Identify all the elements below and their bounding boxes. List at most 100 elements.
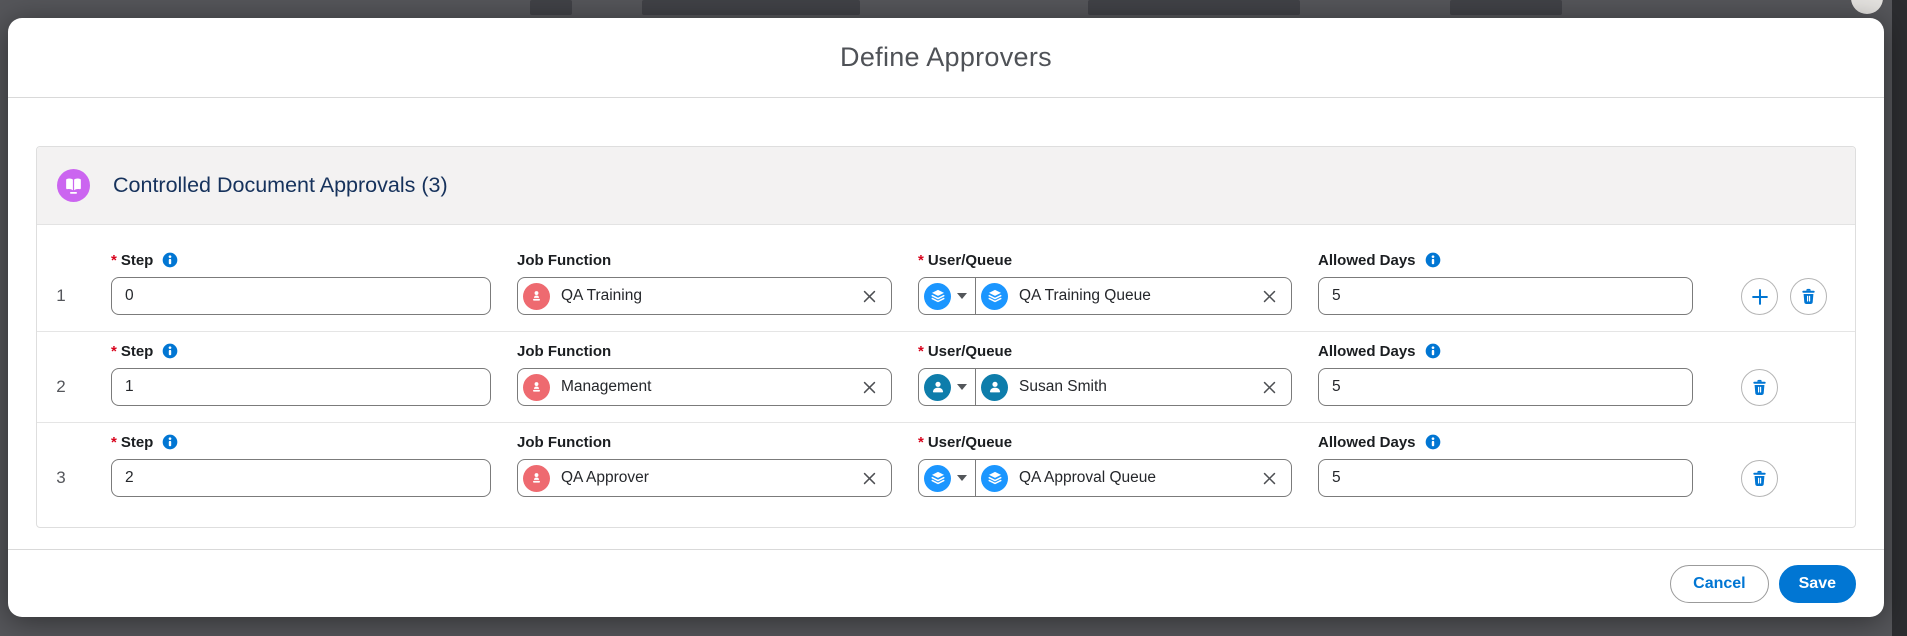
close-icon[interactable] (1261, 470, 1278, 487)
user-queue-value: QA Approval Queue (1019, 469, 1157, 486)
step-input[interactable] (111, 277, 491, 315)
modal-title: Define Approvers (840, 42, 1052, 72)
step-field: * Step (111, 433, 491, 497)
close-icon[interactable] (861, 470, 878, 487)
step-label: * Step (111, 251, 491, 269)
user-queue-value: Susan Smith (1019, 378, 1107, 395)
allowed-days-input[interactable] (1318, 368, 1693, 406)
allowed-days-label: Allowed Days (1318, 251, 1693, 269)
job-function-pill[interactable]: QA Approver (517, 459, 892, 497)
job-function-field: Job Function QA Approver (517, 433, 892, 497)
background-circle (1851, 0, 1883, 14)
job-function-field: Job Function QA Training (517, 251, 892, 315)
dimmed-background-element (642, 0, 860, 15)
step-label-text: Step (120, 251, 154, 269)
step-label: * Step (111, 433, 491, 451)
row-actions (1741, 369, 1841, 406)
dimmed-background-element (1088, 0, 1300, 15)
row-number: 3 (56, 468, 66, 487)
job-function-label: Job Function (517, 342, 892, 360)
layers-icon (981, 464, 1008, 492)
allowed-days-field: Allowed Days (1318, 251, 1693, 315)
plus-icon (1749, 286, 1771, 308)
user-queue-label-text: User/Queue (927, 433, 1013, 451)
allowed-days-label: Allowed Days (1318, 433, 1693, 451)
cancel-button[interactable]: Cancel (1670, 564, 1769, 603)
step-input[interactable] (111, 368, 491, 406)
required-asterisk: * (111, 342, 117, 360)
allowed-days-field: Allowed Days (1318, 433, 1693, 497)
user-icon (981, 373, 1008, 401)
close-icon[interactable] (1261, 379, 1278, 396)
required-asterisk: * (918, 433, 924, 451)
user-queue-combobox: Susan Smith (918, 368, 1292, 406)
user-queue-type-selector[interactable] (919, 460, 976, 496)
book-icon (57, 169, 90, 202)
info-icon[interactable] (162, 252, 178, 268)
job-function-field: Job Function Management (517, 342, 892, 406)
layers-icon (924, 464, 951, 492)
allowed-days-field: Allowed Days (1318, 342, 1693, 406)
user-queue-field: * User/Queue (918, 433, 1292, 497)
user-queue-pill[interactable]: Susan Smith (976, 369, 1291, 405)
define-approvers-modal: Define Approvers Controlled Document App… (8, 18, 1884, 617)
user-queue-value: QA Training Queue (1019, 287, 1151, 304)
trash-icon (1799, 287, 1818, 306)
user-icon (924, 373, 951, 401)
allowed-days-input[interactable] (1318, 277, 1693, 315)
info-icon[interactable] (1425, 343, 1441, 359)
user-queue-label: * User/Queue (918, 251, 1292, 269)
delete-row-button[interactable] (1741, 369, 1778, 406)
user-queue-label: * User/Queue (918, 342, 1292, 360)
person-badge-icon (523, 464, 550, 492)
allowed-days-label-text: Allowed Days (1318, 433, 1416, 451)
dimmed-background-element (530, 0, 572, 15)
delete-row-button[interactable] (1741, 460, 1778, 497)
modal-footer: Cancel Save (8, 549, 1884, 617)
info-icon[interactable] (162, 343, 178, 359)
user-queue-pill[interactable]: QA Approval Queue (976, 460, 1291, 496)
step-label-text: Step (120, 433, 154, 451)
user-queue-combobox: QA Training Queue (918, 277, 1292, 315)
close-icon[interactable] (1261, 288, 1278, 305)
trash-icon (1750, 378, 1769, 397)
user-queue-field: * User/Queue (918, 342, 1292, 406)
add-row-button[interactable] (1741, 278, 1778, 315)
delete-row-button[interactable] (1790, 278, 1827, 315)
background-right-strip (1892, 0, 1907, 636)
row-number: 2 (56, 377, 66, 396)
section-header: Controlled Document Approvals (3) (37, 147, 1855, 225)
user-queue-label-text: User/Queue (927, 251, 1013, 269)
info-icon[interactable] (162, 434, 178, 450)
close-icon[interactable] (861, 379, 878, 396)
chevron-down-icon (957, 475, 967, 481)
trash-icon (1750, 469, 1769, 488)
job-function-pill[interactable]: QA Training (517, 277, 892, 315)
approver-row: 3 * Step Job Function (37, 422, 1855, 527)
allowed-days-input[interactable] (1318, 459, 1693, 497)
person-badge-icon (523, 373, 550, 401)
allowed-days-label-text: Allowed Days (1318, 342, 1416, 360)
job-function-value: QA Approver (561, 469, 649, 486)
info-icon[interactable] (1425, 252, 1441, 268)
modal-body: Controlled Document Approvals (3) 1 * St… (8, 98, 1884, 549)
chevron-down-icon (957, 293, 967, 299)
step-input[interactable] (111, 459, 491, 497)
approvals-panel: Controlled Document Approvals (3) 1 * St… (36, 146, 1856, 528)
job-function-pill[interactable]: Management (517, 368, 892, 406)
user-queue-combobox: QA Approval Queue (918, 459, 1292, 497)
job-function-label-text: Job Function (517, 251, 612, 269)
user-queue-pill[interactable]: QA Training Queue (976, 278, 1291, 314)
job-function-label: Job Function (517, 251, 892, 269)
save-button[interactable]: Save (1778, 564, 1856, 603)
row-actions (1741, 278, 1841, 315)
allowed-days-label: Allowed Days (1318, 342, 1693, 360)
approver-row: 1 * Step Job Function (37, 225, 1855, 331)
user-queue-type-selector[interactable] (919, 278, 976, 314)
close-icon[interactable] (861, 288, 878, 305)
layers-icon (924, 282, 951, 310)
job-function-label: Job Function (517, 433, 892, 451)
info-icon[interactable] (1425, 434, 1441, 450)
user-queue-type-selector[interactable] (919, 369, 976, 405)
dimmed-background-element (1450, 0, 1562, 15)
